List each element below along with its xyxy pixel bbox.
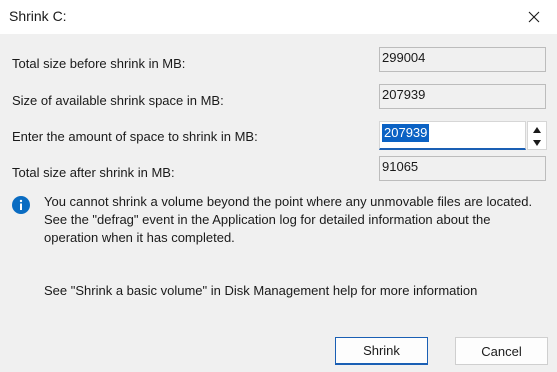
total-after-label: Total size after shrink in MB: xyxy=(12,165,175,180)
shrink-amount-input[interactable]: 207939 xyxy=(379,121,526,150)
shrink-amount-label: Enter the amount of space to shrink in M… xyxy=(12,129,258,144)
dialog-title: Shrink C: xyxy=(9,8,67,24)
shrink-dialog: Shrink C: Total size before shrink in MB… xyxy=(0,0,557,372)
close-icon xyxy=(528,11,540,23)
shrink-button[interactable]: Shrink xyxy=(335,337,428,365)
info-icon xyxy=(12,196,30,214)
available-space-label: Size of available shrink space in MB: xyxy=(12,93,224,108)
title-bar: Shrink C: xyxy=(0,0,557,34)
total-before-value: 299004 xyxy=(379,47,546,72)
available-space-value: 207939 xyxy=(379,84,546,109)
close-button[interactable] xyxy=(511,0,557,34)
help-message: See "Shrink a basic volume" in Disk Mana… xyxy=(44,283,478,298)
shrink-amount-selected-text: 207939 xyxy=(382,124,430,142)
shrink-amount-spinner: 207939 xyxy=(379,121,547,150)
total-after-value: 91065 xyxy=(379,156,546,181)
spin-up-button[interactable] xyxy=(528,123,546,136)
spin-down-button[interactable] xyxy=(528,136,546,149)
spinner-buttons xyxy=(527,121,547,150)
triangle-up-icon xyxy=(533,126,541,133)
cancel-button[interactable]: Cancel xyxy=(455,337,548,365)
info-message: You cannot shrink a volume beyond the po… xyxy=(44,194,533,245)
total-before-label: Total size before shrink in MB: xyxy=(12,56,186,71)
triangle-down-icon xyxy=(533,139,541,146)
